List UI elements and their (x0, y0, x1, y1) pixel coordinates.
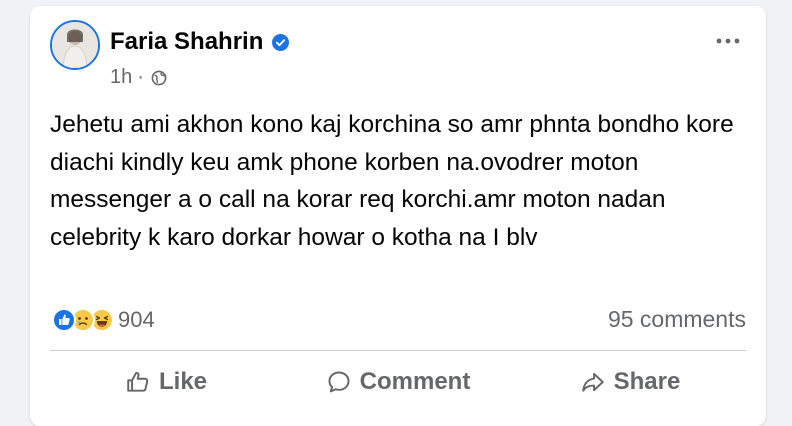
post-text: Jehetu ami akhon kono kaj korchina so am… (50, 111, 734, 251)
comments-count[interactable]: 95 comments (608, 306, 746, 333)
reaction-count: 904 (118, 307, 155, 332)
like-reaction-icon (52, 308, 76, 332)
post-card: Faria Shahrin 1h · Jehetu ami akhon kono… (30, 6, 766, 426)
meta-separator: · (137, 66, 144, 88)
thumbs-up-icon (127, 371, 149, 392)
avatar[interactable] (50, 20, 100, 70)
post-meta: 1h · (110, 66, 167, 89)
like-button[interactable]: Like (50, 356, 282, 408)
post-time[interactable]: 1h (110, 66, 132, 89)
reaction-icons (52, 308, 114, 332)
action-bar: Like Comment Share (50, 356, 746, 408)
author-row: Faria Shahrin (110, 28, 290, 56)
globe-icon[interactable] (151, 70, 167, 86)
reactions-summary[interactable]: 904 (52, 307, 155, 333)
share-icon (581, 372, 604, 392)
avatar-photo (52, 22, 98, 68)
actions-divider (50, 350, 746, 351)
comment-label: Comment (359, 368, 471, 395)
comment-icon (328, 371, 350, 393)
share-button[interactable]: Share (514, 356, 746, 408)
share-label: Share (613, 368, 681, 395)
verified-badge-icon (272, 33, 290, 51)
author-name[interactable]: Faria Shahrin (110, 28, 263, 56)
more-options-icon[interactable] (714, 34, 742, 48)
comment-button[interactable]: Comment (282, 356, 514, 408)
like-label: Like (158, 368, 208, 395)
